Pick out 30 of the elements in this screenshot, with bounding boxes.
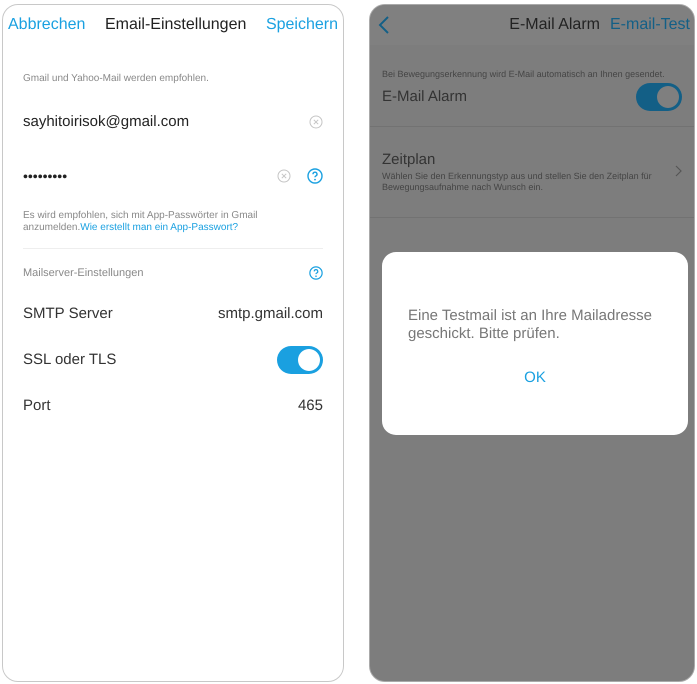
cancel-button[interactable]: Abbrechen — [8, 13, 86, 37]
setting-value: 465 — [298, 396, 323, 416]
help-icon[interactable] — [307, 168, 323, 184]
clear-icon[interactable] — [277, 169, 291, 183]
toggle-switch[interactable] — [277, 346, 323, 374]
setting-label: Port — [23, 396, 51, 416]
toggle-switch[interactable] — [636, 83, 682, 111]
setting-label: SMTP Server — [23, 304, 113, 324]
dialog-message: Eine Testmail ist an Ihre Mailadresse geschickt. Bitte prüfen. — [408, 307, 653, 343]
password-field[interactable]: ••••••••• — [23, 166, 261, 186]
screen-title: E-Mail Alarm — [509, 15, 600, 35]
schedule-description: Wählen Sie den Erkennungstyp aus und stellen Sie den Zeitplan für Bewegungsaufnahme nach Wunsch ein. — [382, 171, 653, 194]
setting-value: smtp.gmail.com — [218, 304, 323, 324]
ok-button[interactable]: OK — [524, 367, 546, 390]
help-icon[interactable] — [309, 266, 323, 280]
chevron-icon[interactable] — [675, 165, 682, 177]
clear-icon[interactable] — [309, 115, 323, 129]
section-title: Mailserver-Einstellungen — [23, 266, 144, 281]
back-icon[interactable] — [378, 15, 390, 35]
app-password-link[interactable]: Wie erstellt man ein App-Passwort? — [80, 222, 238, 233]
save-button[interactable]: Speichern — [266, 13, 338, 37]
setting-label: SSL oder TLS — [23, 350, 116, 370]
advice-text: Es wird empfohlen, sich mit App-Passwörter in Gmail anzumelden.Wie erstellt man ein App-Passwort? — [23, 210, 259, 234]
setting-label: E-Mail Alarm — [382, 86, 468, 107]
email-field[interactable]: sayhitoirisok@gmail.com — [23, 110, 309, 134]
hint-text: Gmail und Yahoo-Mail werden empfohlen. — [23, 72, 210, 86]
screen-title: Email-Einstellungen — [104, 15, 246, 35]
setting-label: Zeitplan — [382, 150, 436, 170]
description-text: Bei Bewegungserkennung wird E-Mail automatisch an Ihnen gesendet. — [382, 69, 666, 80]
email-test-button[interactable]: E-mail-Test — [610, 13, 690, 37]
